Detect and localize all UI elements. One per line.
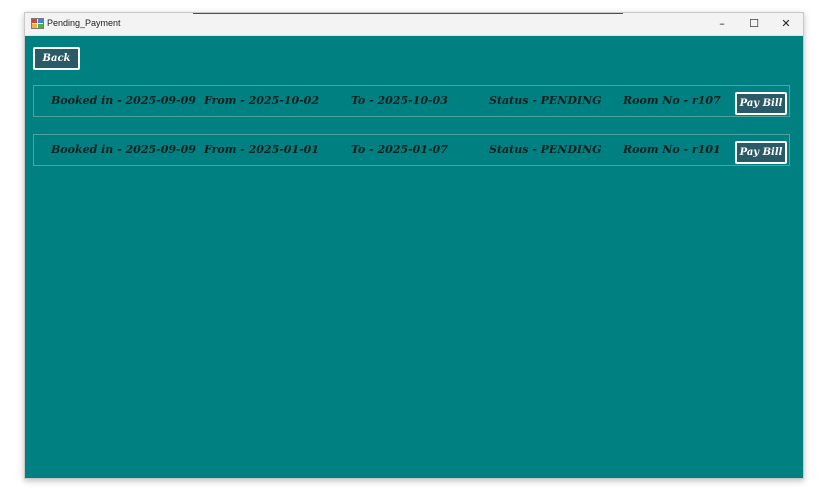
pending-payment-window: Pending_Payment – ☐ ✕ Back Booked in - 2…	[24, 12, 804, 479]
window-title: Pending_Payment	[47, 18, 121, 28]
room-number: Room No - r107	[623, 94, 721, 107]
booked-in-date: Booked in - 2025-09-09	[51, 94, 196, 107]
close-button[interactable]: ✕	[770, 13, 802, 35]
minimize-button[interactable]: –	[706, 13, 738, 35]
to-date: To - 2025-10-03	[351, 94, 448, 107]
booking-status: Status - PENDING	[489, 94, 602, 107]
from-date: From - 2025-01-01	[204, 143, 319, 156]
room-number: Room No - r101	[623, 143, 721, 156]
title-bar: Pending_Payment – ☐ ✕	[25, 13, 803, 36]
booking-row: Booked in - 2025-09-09 From - 2025-10-02…	[33, 85, 790, 117]
pay-bill-button[interactable]: Pay Bill	[735, 141, 787, 164]
accent-line	[193, 13, 623, 14]
booking-status: Status - PENDING	[489, 143, 602, 156]
back-button[interactable]: Back	[33, 47, 80, 70]
pay-bill-button[interactable]: Pay Bill	[735, 92, 787, 115]
booking-row: Booked in - 2025-09-09 From - 2025-01-01…	[33, 134, 790, 166]
to-date: To - 2025-01-07	[351, 143, 448, 156]
booked-in-date: Booked in - 2025-09-09	[51, 143, 196, 156]
maximize-button[interactable]: ☐	[738, 13, 770, 35]
from-date: From - 2025-10-02	[204, 94, 319, 107]
app-icon	[31, 18, 44, 29]
